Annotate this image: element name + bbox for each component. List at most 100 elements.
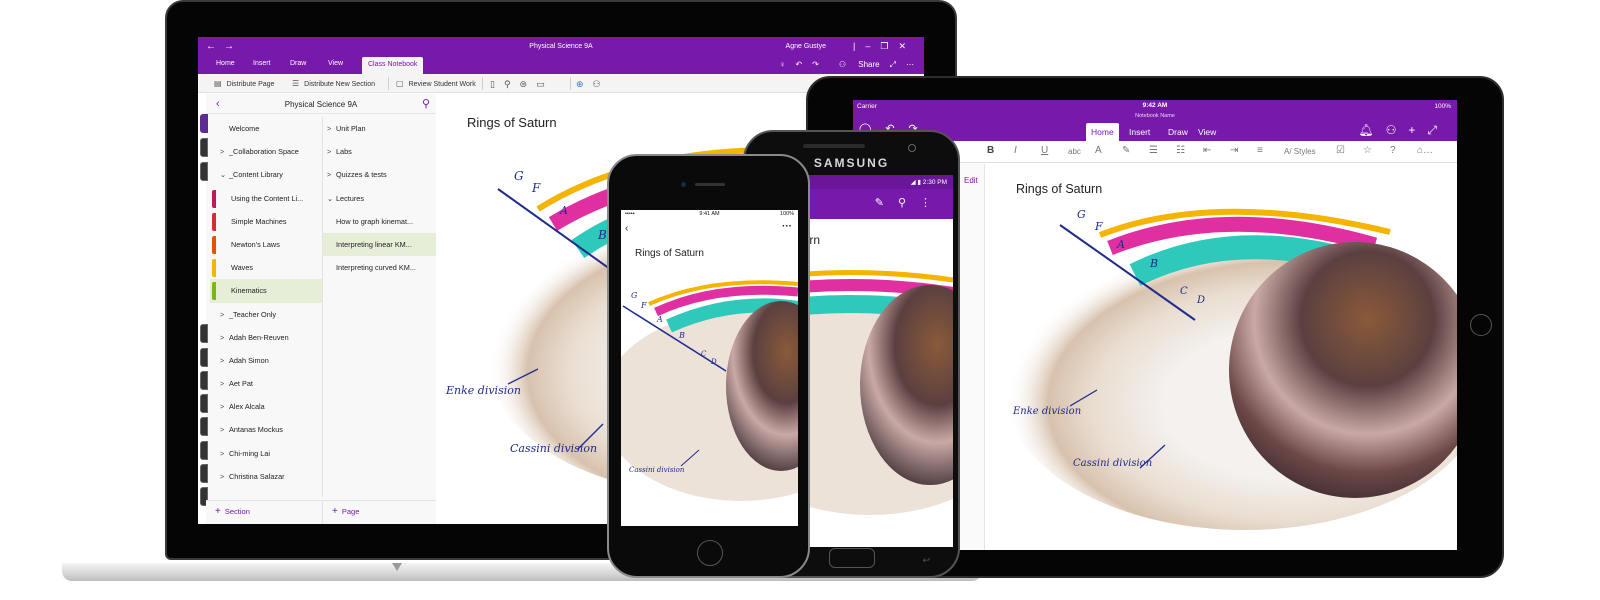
redo-icon[interactable]: ↷ — [812, 60, 819, 69]
expand-icon[interactable]: ⤢ — [890, 60, 896, 69]
page-group-item[interactable]: > Quizzes & tests — [323, 163, 436, 186]
fullscreen-icon[interactable]: ⤢ — [1427, 123, 1449, 137]
section-item[interactable]: > Antanas Mockus — [210, 418, 322, 441]
underline-button[interactable]: U — [1041, 145, 1048, 156]
section-item[interactable]: > _Collaboration Space — [210, 140, 322, 163]
chevron-right-icon[interactable]: > — [220, 395, 229, 418]
tab-insert[interactable]: Insert — [1129, 127, 1150, 137]
section-item[interactable]: > _Teacher Only — [210, 303, 322, 326]
add-page-button[interactable]: + Page — [322, 500, 436, 524]
tags-button[interactable]: ⌂… — [1417, 145, 1433, 156]
section-item[interactable]: > Aet Pat — [210, 372, 322, 395]
tab-view[interactable]: View — [1198, 127, 1216, 137]
globe-search-icon[interactable]: ⊕ — [576, 79, 593, 89]
section-label: Alex Alcala — [229, 402, 265, 412]
bold-button[interactable]: B — [987, 145, 994, 156]
section-item[interactable]: Newton's Laws — [210, 233, 322, 256]
chevron-right-icon[interactable]: > — [220, 326, 229, 349]
notebook-title[interactable]: Physical Science 9A — [206, 100, 436, 109]
tab-draw[interactable]: Draw — [290, 60, 306, 67]
pen-icon[interactable]: ✎ — [875, 197, 898, 209]
page-icon[interactable]: ▭ — [536, 79, 554, 89]
chevron-down-icon[interactable]: ⌄ — [220, 163, 229, 186]
tab-draw[interactable]: Draw — [1168, 127, 1188, 137]
bell-icon[interactable]: 🔔︎ — [1358, 123, 1385, 137]
styles-button[interactable]: A/ Styles — [1284, 147, 1316, 156]
section-item[interactable]: > Chi-ming Lai — [210, 442, 322, 465]
undo-icon[interactable]: ↶ — [795, 60, 802, 69]
user-name[interactable]: Agne Gustye — [786, 43, 826, 50]
chevron-down-icon[interactable]: ⌄ — [327, 187, 336, 210]
chevron-right-icon[interactable]: > — [327, 117, 336, 140]
indent-button[interactable]: ⇥ — [1230, 145, 1238, 156]
more-icon[interactable]: ⋯ — [906, 60, 914, 69]
chevron-right-icon[interactable]: > — [220, 372, 229, 395]
tablet-home-button[interactable] — [1470, 314, 1492, 336]
add-person-icon[interactable]: ⚇+ — [1386, 123, 1428, 137]
section-item[interactable]: Using the Content Li... — [210, 187, 322, 210]
iphone-home-button[interactable] — [697, 540, 723, 566]
android-home-button[interactable] — [829, 548, 875, 568]
highlight-button[interactable]: ✎ — [1122, 145, 1130, 156]
section-item[interactable]: > Christina Salazar — [210, 465, 322, 488]
page-label: How to graph kinemat... — [336, 216, 414, 226]
page-group-item[interactable]: > Labs — [323, 140, 436, 163]
chevron-right-icon[interactable]: > — [220, 303, 229, 326]
tab-home[interactable]: Home — [1086, 123, 1119, 141]
minimize-icon[interactable]: – — [865, 41, 880, 51]
section-item[interactable]: > Adah Ben-Reuven — [210, 326, 322, 349]
section-item[interactable]: Kinematics — [210, 279, 322, 303]
numbering-button[interactable]: ☷ — [1176, 145, 1185, 156]
page-item[interactable]: Interpreting curved KM... — [323, 256, 436, 279]
chevron-right-icon[interactable]: > — [327, 163, 336, 186]
more-vert-icon[interactable]: ⋮ — [920, 197, 945, 209]
section-item[interactable]: > Alex Alcala — [210, 395, 322, 418]
strikethrough-button[interactable]: abc — [1068, 147, 1081, 156]
search-icon[interactable]: ⚲ — [422, 97, 430, 110]
question-button[interactable]: ? — [1390, 145, 1396, 156]
section-item[interactable]: > Adah Simon — [210, 349, 322, 372]
restore-icon[interactable]: ❐ — [880, 41, 898, 51]
share-button[interactable]: ⚇ Share — [829, 60, 880, 69]
close-icon[interactable]: ✕ — [898, 41, 916, 51]
distribute-new-section-button[interactable]: ☰ Distribute New Section — [292, 79, 375, 88]
chevron-right-icon[interactable]: > — [220, 442, 229, 465]
section-item[interactable]: ⌄ _Content Library — [210, 163, 322, 186]
tab-home[interactable]: Home — [216, 60, 235, 67]
edit-link[interactable]: Edit — [964, 176, 978, 185]
review-student-work-button[interactable]: ▢ Review Student Work — [396, 79, 476, 88]
section-item[interactable]: Welcome — [210, 117, 322, 140]
font-color-button[interactable]: A — [1095, 145, 1102, 156]
person-icon[interactable]: ⚲ — [504, 79, 520, 89]
chevron-right-icon[interactable]: > — [220, 418, 229, 441]
bullets-button[interactable]: ☰ — [1149, 145, 1158, 156]
align-button[interactable]: ≡ — [1257, 145, 1263, 156]
chevron-right-icon[interactable]: > — [220, 349, 229, 372]
distribute-page-button[interactable]: ▤ Distribute Page — [214, 79, 274, 88]
add-section-button[interactable]: + Section — [206, 500, 322, 524]
graduation-cap-icon[interactable]: ⊜ — [520, 79, 537, 89]
chevron-right-icon[interactable]: > — [220, 140, 229, 163]
teams-icon[interactable]: ⚇ — [593, 79, 610, 89]
more-icon[interactable]: ··· — [782, 221, 792, 232]
page-group-item[interactable]: ⌄ Lectures — [323, 187, 436, 210]
lightbulb-icon[interactable]: ♀ — [779, 60, 785, 69]
chevron-right-icon[interactable]: > — [327, 140, 336, 163]
tab-class-notebook[interactable]: Class Notebook — [362, 57, 424, 74]
chevron-right-icon[interactable]: > — [220, 465, 229, 488]
page-item[interactable]: How to graph kinemat... — [323, 210, 436, 233]
italic-button[interactable]: I — [1014, 145, 1017, 156]
notebook-icon[interactable]: ▯ — [490, 79, 504, 89]
tab-insert[interactable]: Insert — [253, 60, 271, 67]
search-icon[interactable]: ⚲ — [898, 197, 920, 209]
page-group-item[interactable]: > Unit Plan — [323, 117, 436, 140]
page-item[interactable]: Interpreting linear KM... — [323, 232, 436, 257]
important-button[interactable]: ☆ — [1363, 145, 1372, 156]
todo-button[interactable]: ☑ — [1336, 145, 1345, 156]
section-item[interactable]: Simple Machines — [210, 210, 322, 233]
section-item[interactable]: Waves — [210, 256, 322, 279]
chevron-left-icon[interactable]: ‹ — [625, 223, 628, 234]
outdent-button[interactable]: ⇤ — [1203, 145, 1211, 156]
back-key-icon[interactable]: ↩ — [922, 555, 930, 566]
tab-view[interactable]: View — [328, 60, 343, 67]
